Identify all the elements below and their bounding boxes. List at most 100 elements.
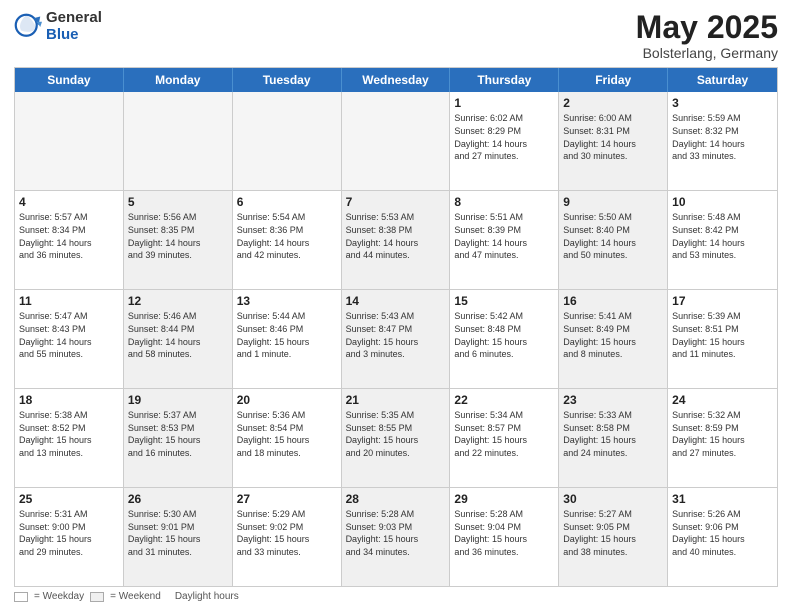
cell-info: Sunrise: 5:29 AM Sunset: 9:02 PM Dayligh… xyxy=(237,508,337,558)
cell-info: Sunrise: 5:59 AM Sunset: 8:32 PM Dayligh… xyxy=(672,112,773,162)
cell-info: Sunrise: 5:47 AM Sunset: 8:43 PM Dayligh… xyxy=(19,310,119,360)
cell-info: Sunrise: 5:50 AM Sunset: 8:40 PM Dayligh… xyxy=(563,211,663,261)
day-number: 20 xyxy=(237,392,337,408)
legend-daylight-label: Daylight hours xyxy=(175,591,239,602)
cell-info: Sunrise: 5:27 AM Sunset: 9:05 PM Dayligh… xyxy=(563,508,663,558)
cal-cell-2-1: 12Sunrise: 5:46 AM Sunset: 8:44 PM Dayli… xyxy=(124,290,233,388)
cell-info: Sunrise: 5:43 AM Sunset: 8:47 PM Dayligh… xyxy=(346,310,446,360)
title-block: May 2025 Bolsterlang, Germany xyxy=(636,10,778,61)
day-number: 19 xyxy=(128,392,228,408)
cell-info: Sunrise: 5:31 AM Sunset: 9:00 PM Dayligh… xyxy=(19,508,119,558)
cell-info: Sunrise: 5:38 AM Sunset: 8:52 PM Dayligh… xyxy=(19,409,119,459)
cell-info: Sunrise: 5:37 AM Sunset: 8:53 PM Dayligh… xyxy=(128,409,228,459)
cal-header-friday: Friday xyxy=(559,68,668,92)
cal-cell-3-1: 19Sunrise: 5:37 AM Sunset: 8:53 PM Dayli… xyxy=(124,389,233,487)
cal-cell-3-2: 20Sunrise: 5:36 AM Sunset: 8:54 PM Dayli… xyxy=(233,389,342,487)
cal-cell-1-0: 4Sunrise: 5:57 AM Sunset: 8:34 PM Daylig… xyxy=(15,191,124,289)
cal-header-wednesday: Wednesday xyxy=(342,68,451,92)
cal-header-sunday: Sunday xyxy=(15,68,124,92)
day-number: 12 xyxy=(128,293,228,309)
cal-cell-4-1: 26Sunrise: 5:30 AM Sunset: 9:01 PM Dayli… xyxy=(124,488,233,586)
day-number: 14 xyxy=(346,293,446,309)
cell-info: Sunrise: 6:02 AM Sunset: 8:29 PM Dayligh… xyxy=(454,112,554,162)
cell-info: Sunrise: 5:51 AM Sunset: 8:39 PM Dayligh… xyxy=(454,211,554,261)
cal-cell-3-3: 21Sunrise: 5:35 AM Sunset: 8:55 PM Dayli… xyxy=(342,389,451,487)
calendar-header: SundayMondayTuesdayWednesdayThursdayFrid… xyxy=(15,68,777,92)
day-number: 10 xyxy=(672,194,773,210)
cell-info: Sunrise: 5:53 AM Sunset: 8:38 PM Dayligh… xyxy=(346,211,446,261)
cal-cell-0-1 xyxy=(124,92,233,190)
cell-info: Sunrise: 5:35 AM Sunset: 8:55 PM Dayligh… xyxy=(346,409,446,459)
legend-white-box xyxy=(14,592,28,602)
day-number: 23 xyxy=(563,392,663,408)
cal-cell-1-5: 9Sunrise: 5:50 AM Sunset: 8:40 PM Daylig… xyxy=(559,191,668,289)
day-number: 24 xyxy=(672,392,773,408)
cell-info: Sunrise: 5:54 AM Sunset: 8:36 PM Dayligh… xyxy=(237,211,337,261)
legend-weekday-label: = Weekday xyxy=(34,591,84,602)
cal-cell-2-3: 14Sunrise: 5:43 AM Sunset: 8:47 PM Dayli… xyxy=(342,290,451,388)
cell-info: Sunrise: 5:39 AM Sunset: 8:51 PM Dayligh… xyxy=(672,310,773,360)
cal-cell-2-5: 16Sunrise: 5:41 AM Sunset: 8:49 PM Dayli… xyxy=(559,290,668,388)
cal-cell-4-2: 27Sunrise: 5:29 AM Sunset: 9:02 PM Dayli… xyxy=(233,488,342,586)
cal-cell-4-3: 28Sunrise: 5:28 AM Sunset: 9:03 PM Dayli… xyxy=(342,488,451,586)
cell-info: Sunrise: 5:34 AM Sunset: 8:57 PM Dayligh… xyxy=(454,409,554,459)
day-number: 21 xyxy=(346,392,446,408)
cal-row-1: 4Sunrise: 5:57 AM Sunset: 8:34 PM Daylig… xyxy=(15,190,777,289)
day-number: 29 xyxy=(454,491,554,507)
day-number: 9 xyxy=(563,194,663,210)
day-number: 22 xyxy=(454,392,554,408)
cal-cell-2-2: 13Sunrise: 5:44 AM Sunset: 8:46 PM Dayli… xyxy=(233,290,342,388)
cal-cell-4-6: 31Sunrise: 5:26 AM Sunset: 9:06 PM Dayli… xyxy=(668,488,777,586)
cal-header-monday: Monday xyxy=(124,68,233,92)
cell-info: Sunrise: 5:56 AM Sunset: 8:35 PM Dayligh… xyxy=(128,211,228,261)
cell-info: Sunrise: 5:41 AM Sunset: 8:49 PM Dayligh… xyxy=(563,310,663,360)
cell-info: Sunrise: 6:00 AM Sunset: 8:31 PM Dayligh… xyxy=(563,112,663,162)
day-number: 31 xyxy=(672,491,773,507)
cal-cell-0-2 xyxy=(233,92,342,190)
day-number: 11 xyxy=(19,293,119,309)
day-number: 25 xyxy=(19,491,119,507)
header: General Blue May 2025 Bolsterlang, Germa… xyxy=(14,10,778,61)
cell-info: Sunrise: 5:57 AM Sunset: 8:34 PM Dayligh… xyxy=(19,211,119,261)
cell-info: Sunrise: 5:42 AM Sunset: 8:48 PM Dayligh… xyxy=(454,310,554,360)
cal-cell-4-5: 30Sunrise: 5:27 AM Sunset: 9:05 PM Dayli… xyxy=(559,488,668,586)
cal-header-saturday: Saturday xyxy=(668,68,777,92)
logo-general: General xyxy=(46,10,102,27)
cal-cell-3-0: 18Sunrise: 5:38 AM Sunset: 8:52 PM Dayli… xyxy=(15,389,124,487)
cell-info: Sunrise: 5:46 AM Sunset: 8:44 PM Dayligh… xyxy=(128,310,228,360)
cell-info: Sunrise: 5:48 AM Sunset: 8:42 PM Dayligh… xyxy=(672,211,773,261)
day-number: 30 xyxy=(563,491,663,507)
day-number: 3 xyxy=(672,95,773,111)
cal-cell-2-0: 11Sunrise: 5:47 AM Sunset: 8:43 PM Dayli… xyxy=(15,290,124,388)
calendar-body: 1Sunrise: 6:02 AM Sunset: 8:29 PM Daylig… xyxy=(15,92,777,586)
day-number: 26 xyxy=(128,491,228,507)
legend-shaded-box xyxy=(90,592,104,602)
day-number: 15 xyxy=(454,293,554,309)
cal-cell-0-6: 3Sunrise: 5:59 AM Sunset: 8:32 PM Daylig… xyxy=(668,92,777,190)
cal-cell-4-4: 29Sunrise: 5:28 AM Sunset: 9:04 PM Dayli… xyxy=(450,488,559,586)
day-number: 7 xyxy=(346,194,446,210)
cal-cell-3-4: 22Sunrise: 5:34 AM Sunset: 8:57 PM Dayli… xyxy=(450,389,559,487)
footer-legend: = Weekday = Weekend Daylight hours xyxy=(14,591,778,602)
title-location: Bolsterlang, Germany xyxy=(636,45,778,61)
day-number: 18 xyxy=(19,392,119,408)
cal-cell-2-4: 15Sunrise: 5:42 AM Sunset: 8:48 PM Dayli… xyxy=(450,290,559,388)
cal-cell-1-6: 10Sunrise: 5:48 AM Sunset: 8:42 PM Dayli… xyxy=(668,191,777,289)
cal-row-4: 25Sunrise: 5:31 AM Sunset: 9:00 PM Dayli… xyxy=(15,487,777,586)
cell-info: Sunrise: 5:32 AM Sunset: 8:59 PM Dayligh… xyxy=(672,409,773,459)
cal-cell-0-3 xyxy=(342,92,451,190)
cal-row-2: 11Sunrise: 5:47 AM Sunset: 8:43 PM Dayli… xyxy=(15,289,777,388)
cal-cell-0-0 xyxy=(15,92,124,190)
cal-header-tuesday: Tuesday xyxy=(233,68,342,92)
cal-cell-3-5: 23Sunrise: 5:33 AM Sunset: 8:58 PM Dayli… xyxy=(559,389,668,487)
cell-info: Sunrise: 5:44 AM Sunset: 8:46 PM Dayligh… xyxy=(237,310,337,360)
day-number: 27 xyxy=(237,491,337,507)
cal-cell-1-2: 6Sunrise: 5:54 AM Sunset: 8:36 PM Daylig… xyxy=(233,191,342,289)
page: General Blue May 2025 Bolsterlang, Germa… xyxy=(0,0,792,612)
cell-info: Sunrise: 5:36 AM Sunset: 8:54 PM Dayligh… xyxy=(237,409,337,459)
cal-cell-2-6: 17Sunrise: 5:39 AM Sunset: 8:51 PM Dayli… xyxy=(668,290,777,388)
cell-info: Sunrise: 5:26 AM Sunset: 9:06 PM Dayligh… xyxy=(672,508,773,558)
cal-row-3: 18Sunrise: 5:38 AM Sunset: 8:52 PM Dayli… xyxy=(15,388,777,487)
calendar: SundayMondayTuesdayWednesdayThursdayFrid… xyxy=(14,67,778,587)
title-month: May 2025 xyxy=(636,10,778,45)
